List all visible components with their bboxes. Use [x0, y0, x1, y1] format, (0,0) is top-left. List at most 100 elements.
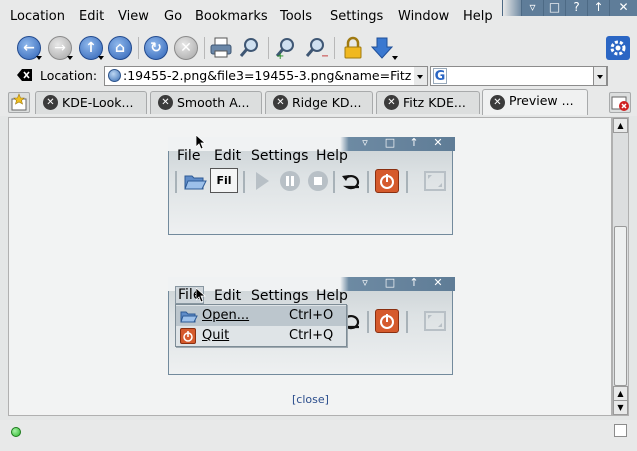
tab-bar: ✕ KDE-Look... ✕ Smooth A... ✕ Ridge KD..… — [0, 88, 637, 116]
zoom-out-icon[interactable]: − — [304, 36, 328, 60]
location-url: :19455-2.png&file3=19455-3.png&name=Fitz — [123, 68, 412, 83]
preview-menu-edit: Edit — [214, 288, 242, 304]
close-tab-icon[interactable]: ✕ — [384, 95, 399, 110]
menu-bar: Location Edit View Go Bookmarks Tools Se… — [0, 0, 637, 32]
forward-history-caret[interactable] — [67, 56, 73, 60]
location-history-dropdown[interactable] — [414, 66, 428, 86]
fullscreen-icon — [423, 310, 447, 332]
fullscreen-icon — [423, 170, 447, 192]
chevron-down-icon — [417, 75, 423, 79]
menu-tools[interactable]: Tools — [280, 9, 312, 24]
folder-open-icon — [183, 170, 207, 192]
preview-file-dropdown: Open... Ctrl+O Quit Ctrl+Q — [175, 304, 347, 347]
reload-icon[interactable]: ↻ — [144, 36, 168, 60]
google-search-icon[interactable]: G — [433, 68, 447, 84]
preview-menu-open: Open... Ctrl+O — [176, 306, 346, 326]
split-view-link-checkbox[interactable] — [614, 424, 627, 437]
close-tab-icon[interactable]: ✕ — [490, 95, 505, 110]
print-icon[interactable] — [209, 36, 233, 60]
toolbar-separator — [243, 171, 245, 193]
back-history-caret[interactable] — [36, 56, 42, 60]
scrollbar-thumb[interactable] — [614, 226, 627, 386]
preview-menu-help: Help — [316, 148, 348, 164]
menu-go[interactable]: Go — [164, 9, 182, 24]
close-preview-link[interactable]: [close] — [292, 393, 329, 406]
toolbar-separator — [406, 311, 408, 333]
svg-text:−: − — [321, 51, 328, 60]
tab-kde-look[interactable]: ✕ KDE-Look... — [35, 91, 147, 114]
tab-ridge[interactable]: ✕ Ridge KD... — [265, 91, 373, 114]
preview-menu-quit: Quit Ctrl+Q — [176, 326, 346, 346]
undo-icon — [340, 170, 364, 192]
menu-help[interactable]: Help — [463, 9, 493, 24]
menu-item-shortcut: Ctrl+Q — [289, 328, 334, 343]
page-content: ▿ □ ↑ ✕ File Edit Settings Help Fil ▿ □ … — [8, 117, 612, 416]
shade-icon: ↑ — [409, 136, 419, 149]
location-input[interactable]: :19455-2.png&file3=19455-3.png&name=Fitz — [104, 66, 426, 86]
toolbar-separator — [406, 171, 408, 193]
quit-icon — [180, 328, 196, 344]
zoom-in-icon[interactable]: + — [274, 36, 298, 60]
download-icon[interactable] — [370, 36, 394, 60]
up-caret[interactable] — [98, 56, 104, 60]
mouse-cursor-icon — [196, 135, 206, 150]
close-tab-icon[interactable]: ✕ — [158, 95, 173, 110]
tab-fitz[interactable]: ✕ Fitz KDE... — [376, 91, 480, 114]
shade-icon: ↑ — [409, 276, 419, 289]
close-current-tab-icon[interactable] — [609, 92, 631, 113]
status-led-icon — [11, 427, 21, 437]
close-icon: ✕ — [433, 136, 443, 149]
scroll-up-icon[interactable]: ▲ — [613, 118, 628, 133]
tab-smooth[interactable]: ✕ Smooth A... — [150, 91, 262, 114]
menu-settings[interactable]: Settings — [330, 9, 383, 24]
help-icon[interactable]: ? — [565, 0, 587, 16]
menu-view[interactable]: View — [118, 9, 149, 24]
preview-menu-edit: Edit — [214, 148, 242, 164]
konqueror-gear-icon[interactable] — [606, 36, 630, 60]
tab-label: Smooth A... — [177, 95, 250, 110]
download-caret[interactable] — [392, 56, 398, 60]
minimize-icon[interactable]: ▿ — [521, 0, 543, 16]
lock-icon[interactable] — [341, 36, 365, 60]
menu-bookmarks[interactable]: Bookmarks — [195, 9, 268, 24]
home-icon[interactable]: ⌂ — [108, 36, 132, 60]
maximize-icon[interactable]: □ — [543, 0, 565, 16]
preview-titlebar: ▿ □ ↑ ✕ — [168, 136, 455, 151]
maximize-icon: □ — [384, 136, 396, 149]
page-favicon-icon — [108, 69, 121, 82]
vertical-scrollbar[interactable]: ▲ ▲ ▼ — [612, 117, 629, 416]
tab-label: KDE-Look... — [62, 95, 134, 110]
tab-preview[interactable]: ✕ Preview ... — [482, 89, 588, 115]
toolbar-separator — [334, 37, 335, 59]
search-dropdown[interactable] — [593, 66, 607, 86]
find-icon[interactable] — [238, 36, 262, 60]
close-tab-icon[interactable]: ✕ — [43, 95, 58, 110]
toolbar-separator — [367, 171, 369, 193]
toolbar-separator — [138, 37, 139, 59]
menu-location[interactable]: Location — [10, 9, 65, 24]
toolbar-separator — [204, 37, 205, 59]
status-bar — [0, 420, 637, 451]
quit-icon — [375, 169, 399, 193]
shade-icon[interactable]: ↑ — [587, 0, 609, 16]
search-input[interactable]: G — [430, 66, 608, 86]
scroll-up-icon[interactable]: ▲ — [613, 386, 628, 401]
menu-item-label: Open... — [202, 308, 250, 323]
svg-text:+: + — [276, 51, 284, 60]
stop-icon[interactable]: ✕ — [174, 36, 198, 60]
minimize-icon: ▿ — [362, 276, 368, 289]
clear-location-icon[interactable] — [17, 68, 33, 82]
close-tab-icon[interactable]: ✕ — [273, 95, 288, 110]
chevron-down-icon — [597, 75, 603, 79]
new-tab-icon[interactable] — [8, 92, 30, 113]
menu-window[interactable]: Window — [398, 9, 449, 24]
preview-menu-help: Help — [316, 288, 348, 304]
menu-item-label: Quit — [202, 328, 230, 343]
preview-menu-settings: Settings — [251, 288, 309, 304]
close-icon[interactable]: ✕ — [609, 0, 637, 16]
main-toolbar: ← → ↑ ⌂ ↻ ✕ + − — [0, 32, 637, 64]
toolbar-separator — [175, 171, 177, 193]
menu-edit[interactable]: Edit — [79, 9, 104, 24]
mouse-cursor-icon — [196, 288, 206, 303]
scroll-down-icon[interactable]: ▼ — [613, 400, 628, 415]
